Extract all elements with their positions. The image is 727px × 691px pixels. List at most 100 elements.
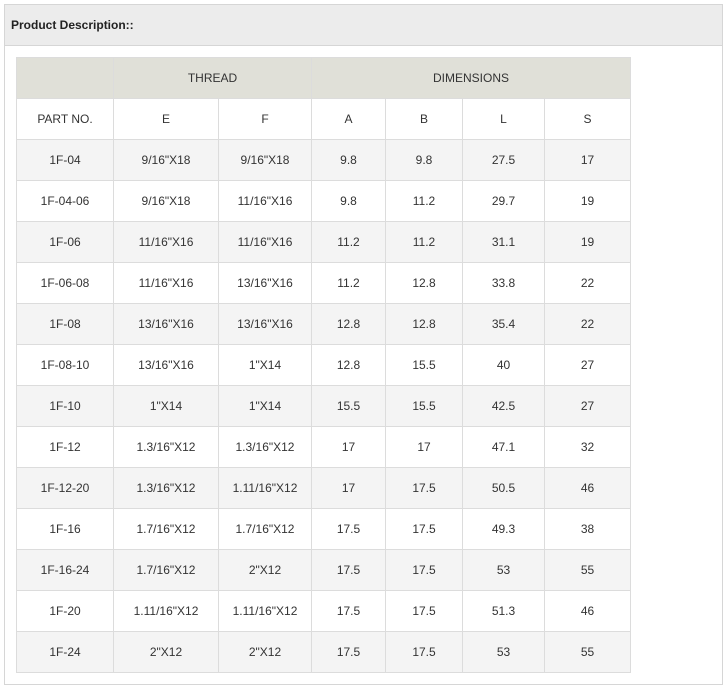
group-header-thread: THREAD	[113, 57, 312, 99]
cell-part-no: 1F-06	[16, 221, 114, 263]
cell-b: 17.5	[385, 590, 463, 632]
cell-f: 1.11/16"X12	[218, 467, 312, 509]
cell-l: 53	[462, 631, 545, 673]
cell-e: 1.7/16"X12	[113, 508, 219, 550]
cell-part-no: 1F-10	[16, 385, 114, 427]
column-header-l: L	[462, 98, 545, 140]
cell-a: 17.5	[311, 508, 386, 550]
column-header-f: F	[218, 98, 312, 140]
cell-l: 51.3	[462, 590, 545, 632]
cell-s: 46	[543, 590, 632, 632]
cell-s: 22	[543, 262, 632, 304]
column-header-b: B	[385, 98, 463, 140]
cell-e: 11/16"X16	[113, 221, 219, 263]
cell-part-no: 1F-04-06	[16, 180, 114, 222]
cell-l: 53	[462, 549, 545, 591]
table-row: 1F-04 9/16"X18 9/16"X18 9.8 9.8 27.5 17	[16, 139, 632, 181]
cell-f: 1.3/16"X12	[218, 426, 312, 468]
cell-e: 9/16"X18	[113, 139, 219, 181]
table-row: 1F-12-20 1.3/16"X12 1.11/16"X12 17 17.5 50.5 4…	[16, 467, 632, 509]
cell-b: 17.5	[385, 631, 463, 673]
cell-f: 2"X12	[218, 631, 312, 673]
cell-part-no: 1F-08	[16, 303, 114, 345]
table-body: 1F-04 9/16"X18 9/16"X18 9.8 9.8 27.5 17 1F-04-0…	[16, 139, 632, 673]
cell-f: 1"X14	[218, 385, 312, 427]
cell-e: 1.11/16"X12	[113, 590, 219, 632]
panel-title: Product Description::	[5, 5, 722, 46]
cell-e: 1"X14	[113, 385, 219, 427]
cell-b: 12.8	[385, 303, 463, 345]
cell-a: 17.5	[311, 631, 386, 673]
cell-part-no: 1F-12-20	[16, 467, 114, 509]
cell-s: 19	[543, 221, 632, 263]
group-header-row: THREAD DIMENSIONS	[16, 57, 632, 99]
table-row: 1F-04-06 9/16"X18 11/16"X16 9.8 11.2 29.7 19	[16, 180, 632, 222]
table-row: 1F-12 1.3/16"X12 1.3/16"X12 17 17 47.1 32	[16, 426, 632, 468]
cell-a: 9.8	[311, 139, 386, 181]
cell-a: 12.8	[311, 303, 386, 345]
cell-b: 17.5	[385, 508, 463, 550]
product-description-panel: Product Description:: THREAD DIMENSIONS …	[4, 4, 723, 685]
cell-s: 55	[543, 549, 632, 591]
cell-a: 15.5	[311, 385, 386, 427]
column-header-part-no: PART NO.	[16, 98, 114, 140]
table-row: 1F-06-08 11/16"X16 13/16"X16 11.2 12.8 33.8 22	[16, 262, 632, 304]
cell-b: 17.5	[385, 467, 463, 509]
cell-s: 17	[543, 139, 632, 181]
column-header-a: A	[311, 98, 386, 140]
cell-e: 1.3/16"X12	[113, 467, 219, 509]
cell-part-no: 1F-24	[16, 631, 114, 673]
cell-e: 13/16"X16	[113, 344, 219, 386]
column-header-row: PART NO. E F A B L S	[16, 98, 632, 140]
cell-l: 50.5	[462, 467, 545, 509]
cell-b: 12.8	[385, 262, 463, 304]
cell-e: 1.7/16"X12	[113, 549, 219, 591]
cell-b: 17.5	[385, 549, 463, 591]
cell-a: 11.2	[311, 221, 386, 263]
table-row: 1F-16-24 1.7/16"X12 2"X12 17.5 17.5 53 55	[16, 549, 632, 591]
cell-f: 1.7/16"X12	[218, 508, 312, 550]
cell-s: 22	[543, 303, 632, 345]
cell-s: 32	[543, 426, 632, 468]
cell-part-no: 1F-04	[16, 139, 114, 181]
table-row: 1F-24 2"X12 2"X12 17.5 17.5 53 55	[16, 631, 632, 673]
cell-s: 55	[543, 631, 632, 673]
cell-f: 2"X12	[218, 549, 312, 591]
cell-a: 9.8	[311, 180, 386, 222]
cell-b: 15.5	[385, 385, 463, 427]
cell-s: 46	[543, 467, 632, 509]
table-row: 1F-08 13/16"X16 13/16"X16 12.8 12.8 35.4 22	[16, 303, 632, 345]
group-header-blank	[16, 57, 114, 99]
cell-a: 11.2	[311, 262, 386, 304]
cell-f: 1"X14	[218, 344, 312, 386]
cell-a: 12.8	[311, 344, 386, 386]
cell-f: 11/16"X16	[218, 180, 312, 222]
cell-f: 1.11/16"X12	[218, 590, 312, 632]
cell-a: 17	[311, 467, 386, 509]
cell-part-no: 1F-06-08	[16, 262, 114, 304]
table-row: 1F-10 1"X14 1"X14 15.5 15.5 42.5 27	[16, 385, 632, 427]
cell-b: 11.2	[385, 180, 463, 222]
cell-l: 29.7	[462, 180, 545, 222]
table-row: 1F-06 11/16"X16 11/16"X16 11.2 11.2 31.1 19	[16, 221, 632, 263]
cell-part-no: 1F-08-10	[16, 344, 114, 386]
cell-e: 13/16"X16	[113, 303, 219, 345]
cell-s: 27	[543, 385, 632, 427]
cell-part-no: 1F-16-24	[16, 549, 114, 591]
cell-b: 17	[385, 426, 463, 468]
cell-s: 38	[543, 508, 632, 550]
cell-b: 15.5	[385, 344, 463, 386]
column-header-e: E	[113, 98, 219, 140]
cell-l: 42.5	[462, 385, 545, 427]
cell-l: 35.4	[462, 303, 545, 345]
cell-l: 49.3	[462, 508, 545, 550]
cell-part-no: 1F-12	[16, 426, 114, 468]
cell-s: 19	[543, 180, 632, 222]
table-row: 1F-08-10 13/16"X16 1"X14 12.8 15.5 40 27	[16, 344, 632, 386]
cell-f: 13/16"X16	[218, 262, 312, 304]
cell-l: 27.5	[462, 139, 545, 181]
cell-s: 27	[543, 344, 632, 386]
cell-b: 9.8	[385, 139, 463, 181]
cell-l: 47.1	[462, 426, 545, 468]
cell-e: 2"X12	[113, 631, 219, 673]
